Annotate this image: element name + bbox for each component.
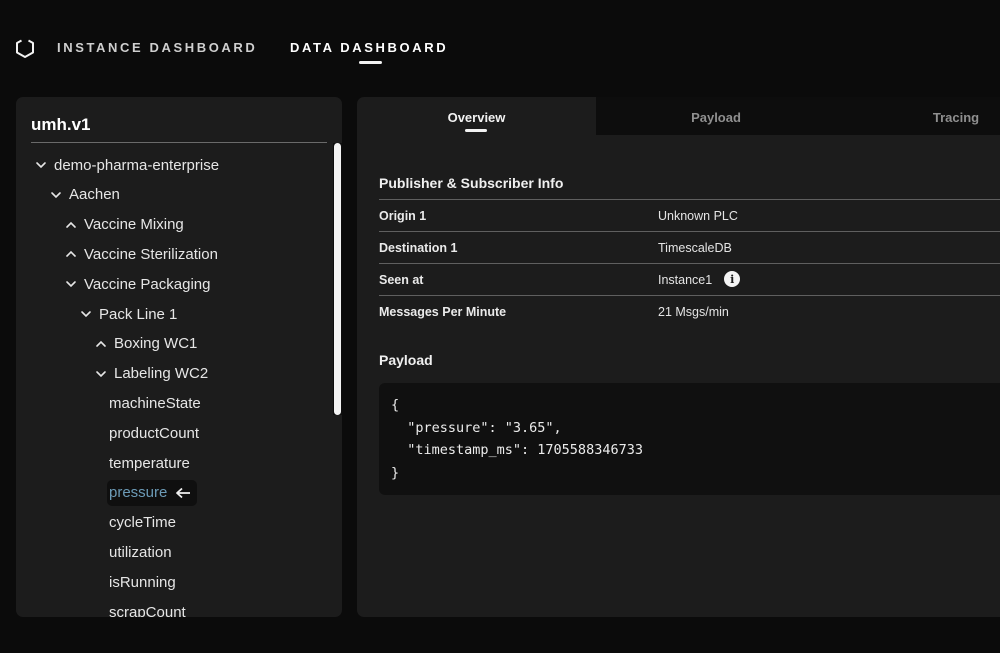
hexagon-logo-icon[interactable] [15, 37, 35, 59]
tree-item[interactable]: demo-pharma-enterprise [35, 152, 219, 178]
tree-scrollbar[interactable] [333, 143, 342, 415]
chevron-down-icon[interactable] [65, 278, 77, 290]
top-navigation: INSTANCE DASHBOARD DATA DASHBOARD [0, 0, 1000, 90]
tab-label: Tracing [932, 110, 980, 125]
chevron-down-icon[interactable] [35, 159, 47, 171]
code-line: } [391, 464, 400, 481]
tree-item[interactable]: Vaccine Packaging [65, 271, 210, 297]
tree-item[interactable]: scrapCount [109, 599, 186, 618]
code-line: "timestamp_ms": 1705588346733 [391, 442, 643, 458]
tree-item[interactable]: Pack Line 1 [80, 301, 177, 327]
info-table: Origin 1 Unknown PLC Destination 1 Times… [379, 199, 1000, 327]
tree-item-label: Aachen [69, 186, 120, 204]
info-key: Seen at [379, 273, 424, 287]
tree-item[interactable]: Aachen [50, 182, 120, 208]
info-value: Instance1 i [658, 271, 741, 287]
topic-tree-panel: umh.v1 demo-pharma-enterprise Aachen Vacci… [16, 97, 342, 617]
info-row-origin: Origin 1 Unknown PLC [379, 199, 1000, 231]
payload-section-title: Payload [379, 352, 433, 368]
info-value-text: Instance1 [658, 273, 713, 287]
tree-item[interactable]: pressure [107, 479, 198, 506]
detail-tabs: Overview Payload Tracing [357, 97, 1000, 135]
arrow-left-icon [176, 487, 191, 498]
tree-item[interactable]: isRunning [109, 569, 176, 595]
divider [31, 142, 327, 143]
chevron-down-icon[interactable] [80, 308, 92, 320]
tree-item-label: Labeling WC2 [114, 365, 209, 383]
detail-panel: Overview Payload Tracing Publisher & Sub… [357, 97, 1000, 617]
tree-item-label: cycleTime [109, 514, 176, 532]
info-key: Origin 1 [379, 209, 427, 223]
tree-item-label: isRunning [109, 573, 176, 591]
active-nav-indicator [359, 61, 382, 64]
chevron-up-icon[interactable] [65, 248, 77, 260]
tree-item-label: Vaccine Mixing [84, 216, 184, 234]
tree-item-label: temperature [109, 454, 190, 472]
tree-item-label: Boxing WC1 [114, 335, 198, 353]
chevron-up-icon[interactable] [95, 338, 107, 350]
chevron-down-icon[interactable] [50, 189, 62, 201]
active-tab-indicator [465, 129, 487, 132]
tab-label: Payload [691, 110, 741, 125]
tree-item-label: pressure [109, 484, 168, 502]
info-value-text: 21 Msgs/min [658, 305, 729, 319]
tree-root-title: umh.v1 [31, 115, 91, 134]
tree-item-label: utilization [109, 543, 172, 561]
tree-item[interactable]: productCount [109, 420, 199, 446]
info-row-seen-at: Seen at Instance1 i [379, 263, 1000, 295]
tree-item-label: machineState [109, 394, 201, 412]
info-key: Messages Per Minute [379, 305, 507, 319]
info-value-text: Unknown PLC [658, 209, 738, 223]
tree-item-label: Pack Line 1 [99, 305, 178, 323]
tree-item[interactable]: utilization [109, 539, 172, 565]
info-value: TimescaleDB [658, 241, 732, 255]
tree-item[interactable]: Vaccine Sterilization [65, 241, 218, 267]
tree-item[interactable]: machineState [109, 390, 201, 416]
chevron-up-icon[interactable] [65, 219, 77, 231]
info-section-title: Publisher & Subscriber Info [379, 175, 564, 191]
tree-item-label: scrapCount [109, 603, 186, 618]
tree-item-label: Vaccine Sterilization [84, 245, 218, 263]
tree-item[interactable]: Labeling WC2 [95, 361, 208, 387]
code-line: { [391, 397, 400, 413]
info-value: Unknown PLC [658, 209, 738, 223]
tree-item[interactable]: temperature [109, 450, 190, 476]
tab-tracing[interactable]: Tracing [836, 97, 1000, 135]
info-value: 21 Msgs/min [658, 305, 729, 319]
info-row-destination: Destination 1 TimescaleDB [379, 231, 1000, 263]
nav-data-dashboard[interactable]: DATA DASHBOARD [290, 40, 448, 55]
scrollbar-thumb[interactable] [334, 143, 341, 415]
tree-item[interactable]: Boxing WC1 [95, 331, 197, 357]
tree-item-label: productCount [109, 424, 200, 442]
code-line: "pressure": "3.65", [391, 419, 562, 436]
info-value-text: TimescaleDB [658, 241, 732, 255]
nav-instance-dashboard[interactable]: INSTANCE DASHBOARD [57, 40, 257, 55]
tree-item[interactable]: Vaccine Mixing [65, 212, 184, 238]
info-row-messages-per-minute: Messages Per Minute 21 Msgs/min [379, 295, 1000, 327]
info-key: Destination 1 [379, 241, 458, 255]
tab-label: Overview [447, 110, 506, 125]
chevron-down-icon[interactable] [95, 368, 107, 380]
payload-code-block[interactable]: { "pressure": "3.65", "timestamp_ms": 17… [379, 383, 1000, 495]
tree-item-label: Vaccine Packaging [84, 275, 211, 293]
tree-item-label: demo-pharma-enterprise [54, 156, 220, 174]
tab-payload[interactable]: Payload [596, 97, 836, 135]
tree-item[interactable]: cycleTime [109, 510, 176, 536]
info-icon[interactable]: i [724, 271, 741, 287]
